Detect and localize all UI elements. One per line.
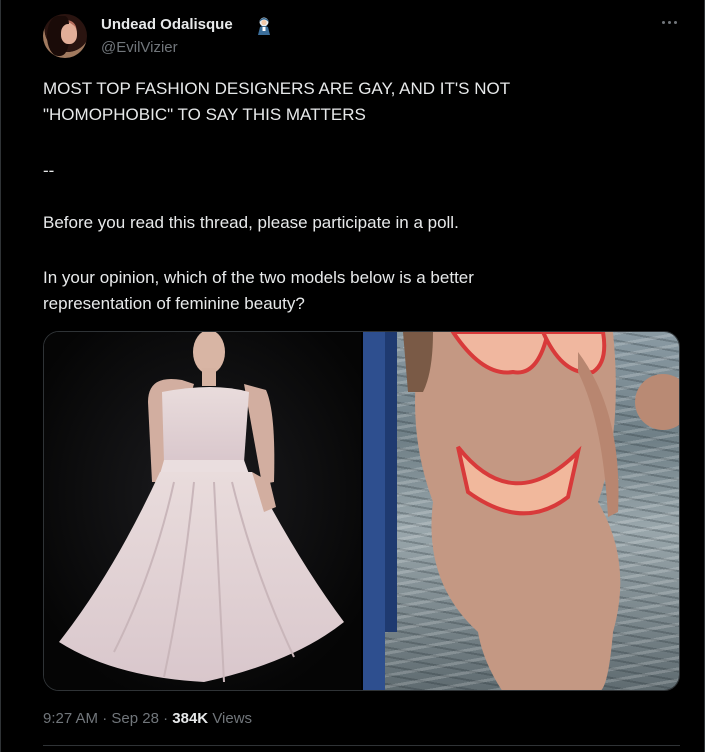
runway-model-illustration: [44, 332, 361, 690]
tweet-paragraph2-line1: In your opinion, which of the two models…: [43, 268, 474, 287]
tweet-paragraph1: Before you read this thread, please part…: [43, 213, 459, 232]
tweet-headline-line2: "HOMOPHOBIC" TO SAY THIS MATTERS: [43, 105, 366, 124]
tweet-meta: 9:27 AM · Sep 28 · 384K Views: [43, 710, 252, 727]
avatar[interactable]: [43, 14, 87, 58]
tweet-separator: --: [43, 161, 55, 180]
author-handle[interactable]: @EvilVizier: [101, 39, 178, 56]
runway-model-white-gown-photo[interactable]: [44, 332, 361, 690]
meta-separator-1: ·: [102, 710, 108, 727]
tweet-date[interactable]: Sep 28: [111, 710, 159, 727]
nun-figure-emoji-icon: [258, 17, 270, 35]
views-count: 384K: [172, 710, 209, 727]
more-horizontal-icon[interactable]: [656, 12, 682, 34]
beach-bikini-model-photo[interactable]: [363, 332, 679, 690]
bikini-model-illustration: [363, 332, 679, 690]
tweet-media-grid: [43, 331, 680, 691]
meta-separator-2: ·: [163, 710, 169, 727]
divider: [43, 745, 680, 746]
avatar-face: [61, 24, 77, 44]
tweet-time[interactable]: 9:27 AM: [43, 710, 98, 727]
tweet-container: Undead Odalisque @EvilVizier MOST TOP FA…: [0, 0, 705, 752]
tweet-headline-line1: MOST TOP FASHION DESIGNERS ARE GAY, AND …: [43, 79, 511, 98]
tweet-paragraph2-line2: representation of feminine beauty?: [43, 294, 305, 313]
views-label: Views: [212, 710, 253, 727]
author-display-name[interactable]: Undead Odalisque: [101, 16, 233, 33]
